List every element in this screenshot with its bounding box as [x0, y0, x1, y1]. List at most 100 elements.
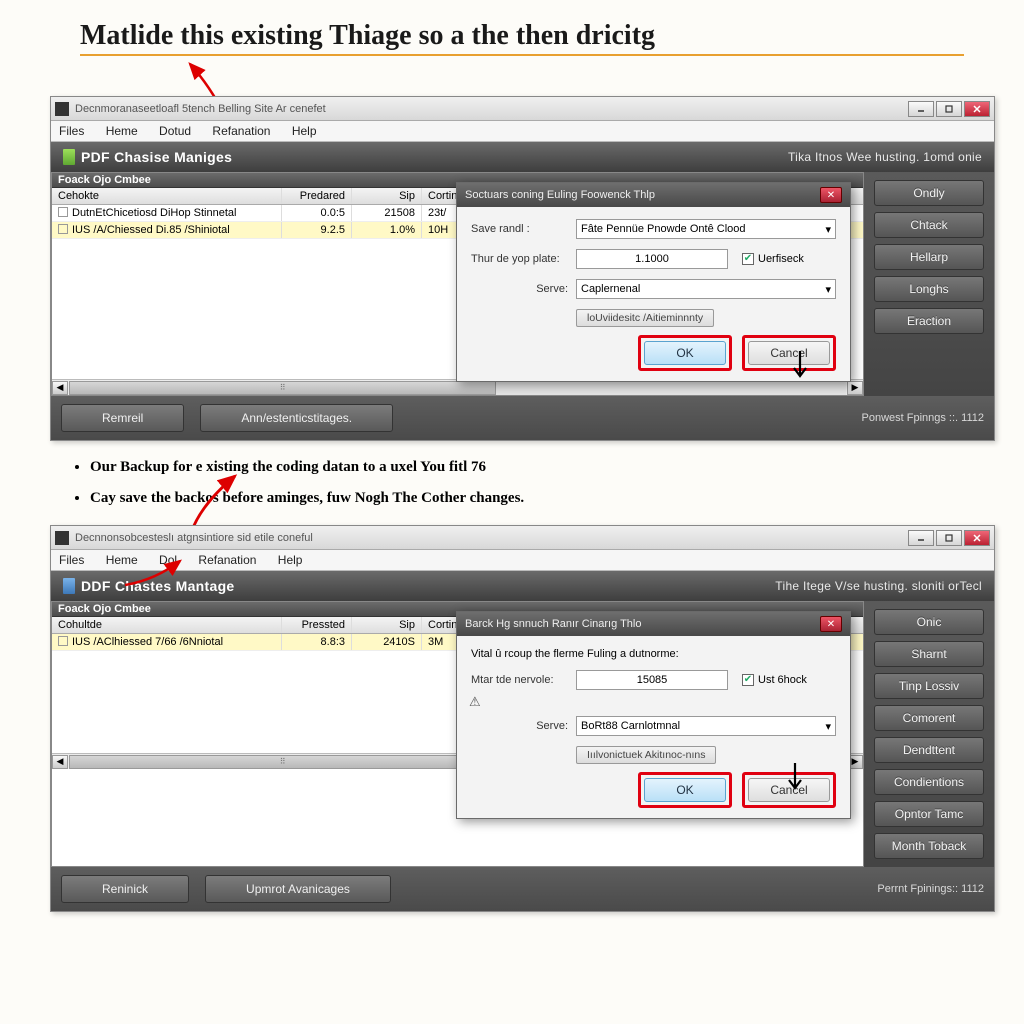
band-icon	[63, 149, 75, 165]
side-button[interactable]: Hellarp	[874, 244, 984, 270]
save-select[interactable]: Fâte Pennüe Pnowde Ontê Clood▾	[576, 219, 836, 239]
footer-button-1[interactable]: Reninick	[61, 875, 189, 903]
minimize-button[interactable]	[908, 101, 934, 117]
footer-button-1[interactable]: Remreil	[61, 404, 184, 432]
advanced-button[interactable]: loUviidesitc /Aitieminnnty	[576, 309, 714, 327]
band-icon	[63, 578, 75, 594]
app-icon	[55, 102, 69, 116]
scroll-left-button[interactable]: ◀	[52, 755, 68, 769]
cancel-button[interactable]: Cancel	[748, 778, 830, 802]
serve-label: Serve:	[471, 720, 576, 732]
menu-refanation[interactable]: Refanation	[212, 124, 270, 138]
checkbox[interactable]: ✔	[742, 674, 754, 686]
serve-select[interactable]: BoRt88 Carnlotmnal ▾	[576, 716, 836, 736]
side-button[interactable]: Eraction	[874, 308, 984, 334]
plate-input[interactable]	[576, 249, 728, 269]
menu-dol[interactable]: Dol	[159, 553, 177, 567]
scroll-thumb[interactable]: ⠿	[69, 381, 496, 395]
col-1[interactable]: Pressted	[282, 617, 352, 633]
menu-files[interactable]: Files	[59, 553, 84, 567]
serve-label: Serve:	[471, 283, 576, 295]
status-text: Ponwest Fpinngs ::. 1112	[862, 412, 985, 424]
list-item: Our Backup for e xisting the coding data…	[90, 459, 1004, 476]
serve-select[interactable]: Caplernenal ▾	[576, 279, 836, 299]
footer: Reninick Upmrot Avanicages Perrnt Fpinin…	[51, 867, 994, 911]
close-button[interactable]	[964, 530, 990, 546]
warning-icon: ⚠	[469, 694, 481, 710]
col-2[interactable]: Sip	[352, 188, 422, 204]
dialog-titlebar[interactable]: Barck Hg snnuch Ranır Cinarıg Thlo ✕	[457, 612, 850, 636]
cell: IUS /AClhiessed 7/66 /6Nniotal	[72, 636, 223, 648]
ok-button[interactable]: OK	[644, 341, 726, 365]
instruction-list: Our Backup for e xisting the coding data…	[90, 459, 1004, 507]
side-button[interactable]: Condientions	[874, 769, 984, 795]
checkbox-label: Ust 6hock	[758, 674, 807, 686]
side-button[interactable]: Ondly	[874, 180, 984, 206]
cell: 9.2.5	[282, 222, 352, 238]
side-button[interactable]: Comorent	[874, 705, 984, 731]
nervole-input[interactable]	[576, 670, 728, 690]
nervole-label: Mtar tde nervole:	[471, 674, 576, 686]
side-button[interactable]: Tinp Lossiv	[874, 673, 984, 699]
advanced-button[interactable]: Iıılvonictuek Akitınoc-nıns	[576, 746, 716, 764]
menu-dotud[interactable]: Dotud	[159, 124, 191, 138]
band-title: DDF Chastes Mantage	[81, 578, 235, 594]
maximize-button[interactable]	[936, 101, 962, 117]
footer-button-2[interactable]: Upmrot Avanicages	[205, 875, 391, 903]
menu-help[interactable]: Help	[292, 124, 317, 138]
side-button[interactable]: Sharnt	[874, 641, 984, 667]
cell: 8.8:3	[282, 634, 352, 650]
scroll-right-button[interactable]: ▶	[847, 381, 863, 395]
menu-home[interactable]: Heme	[106, 553, 138, 567]
minimize-button[interactable]	[908, 530, 934, 546]
side-button[interactable]: Chtack	[874, 212, 984, 238]
backup-dialog[interactable]: Barck Hg snnuch Ranır Cinarıg Thlo ✕ Vit…	[456, 611, 851, 819]
row-icon	[58, 636, 68, 646]
side-panel: Ondly Chtack Hellarp Longhs Eraction	[864, 172, 994, 396]
side-button[interactable]: Dendttent	[874, 737, 984, 763]
checkbox[interactable]: ✔	[742, 253, 754, 265]
menu-files[interactable]: Files	[59, 124, 84, 138]
footer: Remreil Ann/estenticstitages. Ponwest Fp…	[51, 396, 994, 440]
side-panel: Onic Sharnt Tinp Lossiv Comorent Dendtte…	[864, 601, 994, 867]
ok-button[interactable]: OK	[644, 778, 726, 802]
app-window-2: Decnnonsobcesteslı atgnsintiore sid etil…	[50, 525, 995, 912]
menu-help[interactable]: Help	[278, 553, 303, 567]
col-0[interactable]: Cohultde	[52, 617, 282, 633]
app-window-1: Decnmoranaseetloafl 5tench Belling Site …	[50, 96, 995, 441]
titlebar[interactable]: Decnmoranaseetloafl 5tench Belling Site …	[51, 97, 994, 121]
menu-bar: Files Heme Dotud Refanation Help	[51, 121, 994, 142]
band-subtitle: Tihe Itege V/se husting. sloniti orTecl	[775, 579, 982, 593]
maximize-button[interactable]	[936, 530, 962, 546]
band-title: PDF Chasise Maniges	[81, 149, 232, 165]
chevron-down-icon: ▾	[825, 720, 831, 733]
dialog-close-button[interactable]: ✕	[820, 187, 842, 203]
col-2[interactable]: Sip	[352, 617, 422, 633]
section-band: PDF Chasise Maniges Tika Itnos Wee husti…	[51, 142, 994, 172]
side-button[interactable]: Longhs	[874, 276, 984, 302]
footer-button-2[interactable]: Ann/estenticstitages.	[200, 404, 393, 432]
doc-heading: Matlide this existing Thiage so a the th…	[80, 20, 964, 56]
col-0[interactable]: Cehokte	[52, 188, 282, 204]
side-button[interactable]: Month Toback	[874, 833, 984, 859]
dialog-titlebar[interactable]: Soctuars coning Euling Foowenck Thlp ✕	[457, 183, 850, 207]
save-label: Save randl :	[471, 223, 576, 235]
menu-refanation[interactable]: Refanation	[198, 553, 256, 567]
side-button[interactable]: Opntor Tamc	[874, 801, 984, 827]
chevron-down-icon: ▾	[825, 283, 831, 296]
scroll-left-button[interactable]: ◀	[52, 381, 68, 395]
select-value: Caplernenal	[581, 283, 640, 295]
select-value: BoRt88 Carnlotmnal	[581, 720, 680, 732]
row-icon	[58, 224, 68, 234]
dialog-close-button[interactable]: ✕	[820, 616, 842, 632]
save-dialog[interactable]: Soctuars coning Euling Foowenck Thlp ✕ S…	[456, 182, 851, 382]
dialog-title: Barck Hg snnuch Ranır Cinarıg Thlo	[465, 618, 642, 630]
scroll-thumb[interactable]: ⠿	[69, 755, 496, 769]
col-1[interactable]: Predared	[282, 188, 352, 204]
side-button[interactable]: Onic	[874, 609, 984, 635]
menu-home[interactable]: Heme	[106, 124, 138, 138]
titlebar[interactable]: Decnnonsobcesteslı atgnsintiore sid etil…	[51, 526, 994, 550]
row-icon	[58, 207, 68, 217]
cancel-button[interactable]: Cancel	[748, 341, 830, 365]
close-button[interactable]	[964, 101, 990, 117]
